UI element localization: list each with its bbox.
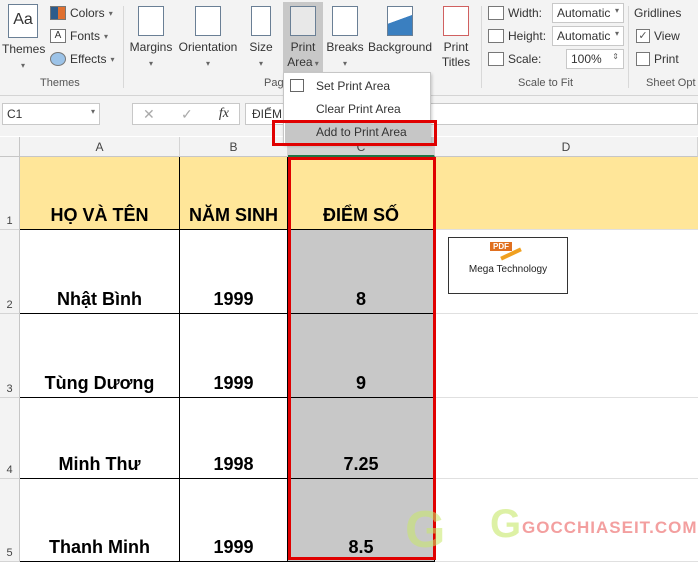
cell-b4[interactable]: 1998 (180, 398, 288, 479)
watermark-g-icon: G (490, 502, 522, 546)
effects-button[interactable]: Effects ▾ (50, 52, 114, 66)
set-print-area-icon (290, 79, 304, 92)
cell-d1[interactable] (435, 157, 698, 230)
row-header-3[interactable]: 3 (0, 314, 20, 398)
breaks-icon (332, 6, 358, 36)
gridlines-label: Gridlines (634, 6, 682, 20)
menu-item-set-print-area[interactable]: Set Print Area (285, 75, 430, 97)
themes-button[interactable]: Aa Themes ▾ (2, 4, 45, 73)
divider (123, 6, 124, 88)
divider (481, 6, 482, 88)
gridlines-print-checkbox[interactable]: Print (636, 52, 679, 66)
watermark-logo-icon: G (405, 501, 446, 559)
mega-technology-image[interactable]: PDF Mega Technology (448, 237, 568, 294)
select-all-button[interactable] (0, 137, 20, 157)
menu-item-clear-print-area[interactable]: Clear Print Area (285, 98, 430, 120)
scale-spinner[interactable]: 100% ⇕ (566, 49, 624, 69)
background-button[interactable]: Background (366, 6, 434, 55)
width-icon (488, 6, 504, 20)
gridlines-view-checkbox[interactable]: ✓ View (636, 29, 680, 43)
orientation-button[interactable]: Orientation ▾ (176, 6, 240, 71)
print-titles-icon (443, 6, 469, 36)
image-caption: Mega Technology (468, 264, 548, 275)
size-button[interactable]: Size ▾ (246, 6, 276, 71)
enter-icon[interactable]: ✓ (181, 106, 193, 122)
row-header-2[interactable]: 2 (0, 230, 20, 314)
scale-label: Scale: (488, 52, 541, 66)
width-dropdown[interactable]: Automatic ▾ (552, 3, 624, 23)
row-header-4[interactable]: 4 (0, 398, 20, 479)
themes-icon: Aa (8, 4, 38, 38)
cell-b2[interactable]: 1999 (180, 230, 288, 314)
cell-d4[interactable] (435, 398, 698, 479)
print-area-icon (290, 6, 316, 36)
print-area-button[interactable]: Print Area ▾ (283, 2, 323, 72)
insert-function-icon[interactable]: fx (219, 106, 229, 122)
group-label-sheet-options: Sheet Opt (646, 77, 696, 89)
column-header-a[interactable]: A (20, 137, 180, 157)
breaks-button[interactable]: Breaks ▾ (326, 6, 364, 71)
row-header-1[interactable]: 1 (0, 157, 20, 230)
background-icon (387, 6, 413, 36)
fonts-button[interactable]: A Fonts ▾ (50, 29, 108, 43)
cell-a4[interactable]: Minh Thư (20, 398, 180, 479)
colors-button[interactable]: Colors ▾ (50, 6, 113, 20)
group-label-scale-to-fit: Scale to Fit (518, 77, 574, 89)
column-header-d[interactable]: D (435, 137, 698, 157)
height-icon (488, 29, 504, 43)
pdf-logo-icon: PDF (490, 242, 526, 264)
group-label-themes: Themes (40, 77, 80, 89)
cell-b5[interactable]: 1999 (180, 479, 288, 562)
cell-b1[interactable]: NĂM SINH (180, 157, 288, 230)
fonts-icon: A (50, 29, 66, 43)
height-dropdown[interactable]: Automatic ▾ (552, 26, 624, 46)
margins-icon (138, 6, 164, 36)
scale-icon (488, 52, 504, 66)
name-box[interactable]: C1 ▾ (2, 103, 100, 125)
checkmark-icon: ✓ (636, 29, 650, 43)
size-icon (251, 6, 271, 36)
width-label: Width: (488, 6, 542, 20)
cell-a2[interactable]: Nhật Bình (20, 230, 180, 314)
highlight-box-column-c (288, 157, 436, 560)
cell-d3[interactable] (435, 314, 698, 398)
orientation-icon (195, 6, 221, 36)
cell-a5[interactable]: Thanh Minh (20, 479, 180, 562)
margins-button[interactable]: Margins ▾ (128, 6, 174, 71)
cell-a3[interactable]: Tùng Dương (20, 314, 180, 398)
cell-a1[interactable]: HỌ VÀ TÊN (20, 157, 180, 230)
height-label: Height: (488, 29, 546, 43)
checkbox-icon (636, 52, 650, 66)
print-titles-button[interactable]: Print Titles (438, 6, 474, 70)
colors-icon (50, 6, 66, 20)
divider (628, 6, 629, 88)
row-header-5[interactable]: 5 (0, 479, 20, 562)
watermark-text: GOCCHIASEIT.COM (522, 518, 698, 537)
group-label-page-setup: Pag (264, 77, 284, 89)
effects-icon (50, 52, 66, 66)
cell-b3[interactable]: 1999 (180, 314, 288, 398)
highlight-box-add-to-print-area (272, 120, 437, 146)
cancel-icon[interactable]: ✕ (143, 106, 155, 122)
